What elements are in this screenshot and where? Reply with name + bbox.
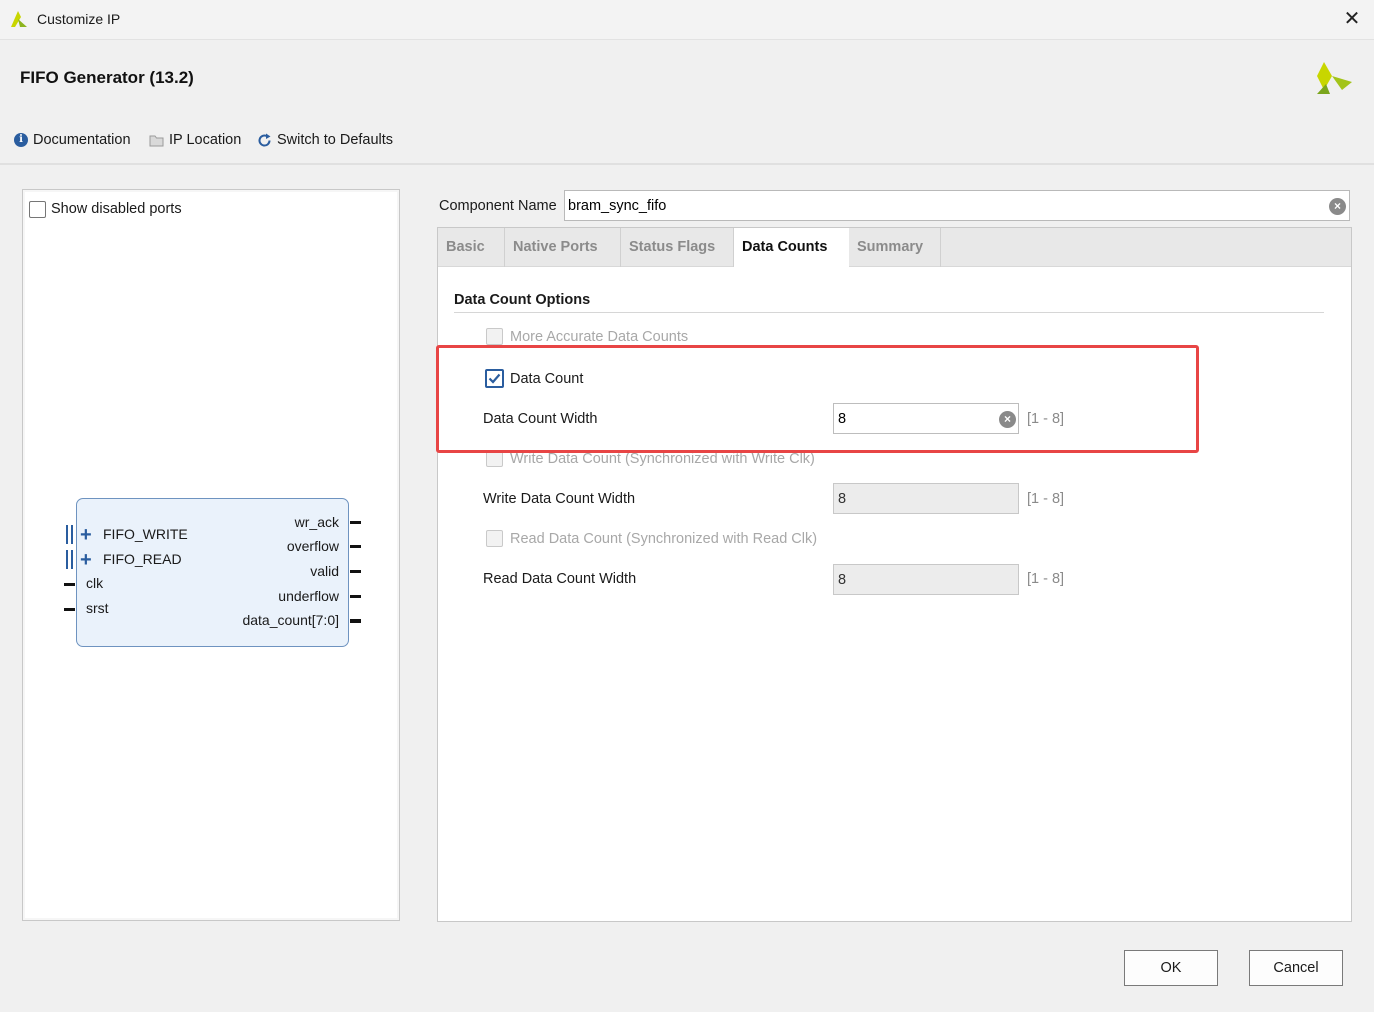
show-disabled-ports-label: Show disabled ports — [51, 201, 182, 217]
read-data-count-width-range: [1 - 8] — [1027, 571, 1065, 587]
section-divider — [454, 312, 1324, 313]
write-data-count-checkbox[interactable] — [486, 450, 503, 467]
switch-to-defaults-button[interactable]: Switch to Defaults — [257, 132, 393, 148]
tab-strip: Basic Native Ports Status Flags Data Cou… — [438, 228, 1351, 268]
read-data-count-checkbox[interactable] — [486, 530, 503, 547]
refresh-icon — [258, 133, 271, 146]
app-logo-icon — [11, 11, 27, 27]
port-bus-pin — [350, 619, 361, 623]
port-overflow: overflow — [286, 538, 339, 554]
close-button[interactable]: ✕ — [1336, 4, 1368, 34]
data-count-checkbox[interactable] — [485, 369, 504, 388]
ip-location-button[interactable]: IP Location — [149, 132, 241, 148]
data-count-width-input[interactable] — [833, 403, 1019, 434]
expand-plus-icon[interactable]: + — [80, 550, 92, 570]
component-name-label: Component Name — [439, 198, 557, 214]
port-fifo-write: FIFO_WRITE — [103, 526, 188, 542]
port-pin — [350, 521, 361, 524]
tab-summary[interactable]: Summary — [849, 228, 941, 267]
component-name-input[interactable] — [564, 190, 1350, 221]
tab-native-ports[interactable]: Native Ports — [505, 228, 621, 267]
bus-port-marker — [66, 525, 73, 544]
ok-button[interactable]: OK — [1124, 950, 1218, 986]
data-count-label: Data Count — [510, 371, 584, 387]
port-pin — [350, 570, 361, 573]
info-icon: i — [14, 133, 28, 147]
ip-location-label: IP Location — [169, 132, 242, 148]
tab-data-counts[interactable]: Data Counts — [734, 228, 849, 268]
read-data-count-width-input — [833, 564, 1019, 595]
port-srst: srst — [86, 600, 109, 616]
documentation-button[interactable]: i Documentation — [14, 132, 131, 148]
port-wr-ack: wr_ack — [294, 514, 339, 530]
port-pin — [64, 583, 75, 586]
write-data-count-width-range: [1 - 8] — [1027, 491, 1065, 507]
port-fifo-read: FIFO_READ — [103, 551, 182, 567]
cancel-button[interactable]: Cancel — [1249, 950, 1343, 986]
window-title: Customize IP — [37, 11, 121, 27]
checkmark-icon — [488, 373, 501, 384]
tab-status-flags[interactable]: Status Flags — [621, 228, 734, 267]
ip-symbol-panel: Show disabled ports + FIFO_WRITE + FIFO_… — [22, 189, 400, 921]
port-underflow: underflow — [278, 588, 339, 604]
switch-to-defaults-label: Switch to Defaults — [277, 132, 394, 148]
more-accurate-data-counts-label: More Accurate Data Counts — [510, 329, 689, 345]
documentation-label: Documentation — [33, 132, 131, 148]
port-pin — [350, 595, 361, 598]
write-data-count-label: Write Data Count (Synchronized with Writ… — [510, 451, 815, 467]
read-data-count-width-label: Read Data Count Width — [483, 571, 637, 587]
port-clk: clk — [86, 575, 104, 591]
expand-plus-icon[interactable]: + — [80, 525, 92, 545]
write-data-count-width-label: Write Data Count Width — [483, 491, 636, 507]
write-data-count-width-input — [833, 483, 1019, 514]
data-count-width-label: Data Count Width — [483, 411, 598, 427]
folder-icon — [149, 135, 164, 146]
ip-symbol-block: + FIFO_WRITE + FIFO_READ clk srst wr_ack… — [64, 498, 361, 647]
bus-port-marker — [66, 550, 73, 569]
ip-title: FIFO Generator (13.2) — [20, 68, 194, 87]
header: FIFO Generator (13.2) i Documentation IP… — [0, 40, 1374, 165]
section-title: Data Count Options — [454, 292, 591, 308]
clear-data-count-width-icon[interactable]: × — [999, 411, 1016, 428]
port-valid: valid — [310, 563, 339, 579]
show-disabled-ports-checkbox[interactable] — [29, 201, 46, 218]
brand-logo-icon — [1317, 62, 1352, 94]
tab-basic[interactable]: Basic — [438, 228, 505, 267]
read-data-count-label: Read Data Count (Synchronized with Read … — [510, 531, 818, 547]
port-data-count: data_count[7:0] — [242, 612, 339, 628]
clear-component-name-icon[interactable]: × — [1329, 198, 1346, 215]
port-pin — [350, 545, 361, 548]
data-count-width-range: [1 - 8] — [1027, 411, 1065, 427]
title-bar: Customize IP ✕ — [0, 0, 1374, 40]
more-accurate-data-counts-checkbox[interactable] — [486, 328, 503, 345]
port-pin — [64, 608, 75, 611]
